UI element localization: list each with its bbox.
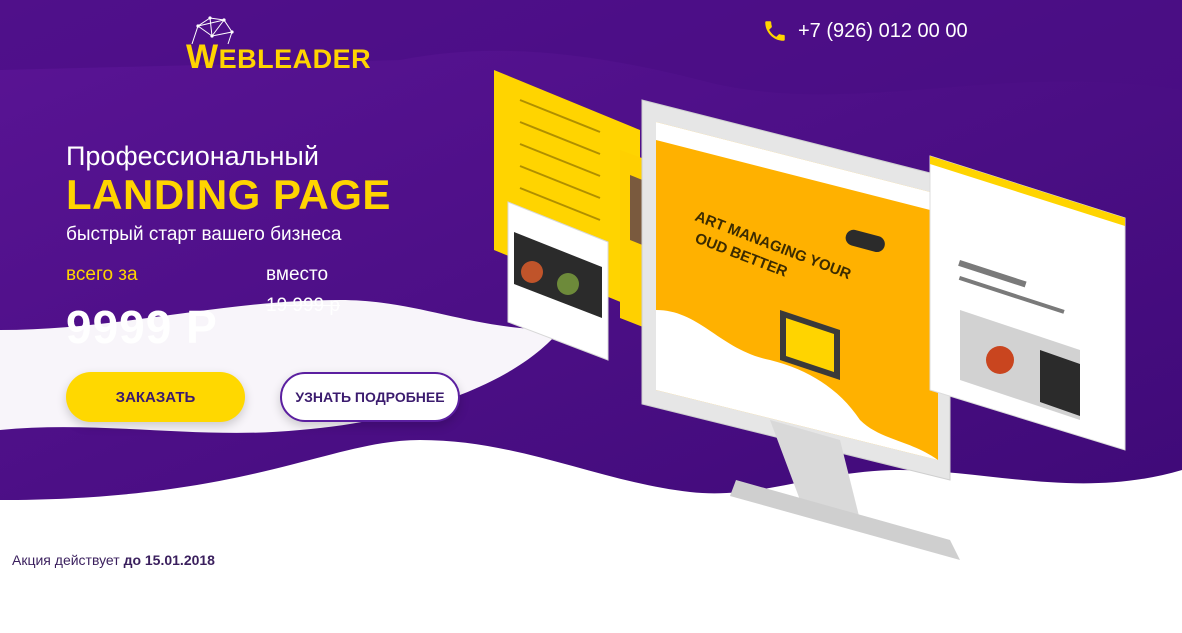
hero-pre-title: Профессиональный <box>66 141 319 171</box>
price-label: всего за <box>66 264 138 285</box>
price: 9999 Р <box>66 301 218 353</box>
phone-icon <box>765 21 785 41</box>
logo[interactable]: WEBLEADER <box>186 16 386 76</box>
old-price-label: вместо <box>266 264 329 285</box>
phone-number: +7 (926) 012 00 00 <box>798 19 968 42</box>
old-price: 19 999 р <box>266 295 340 316</box>
header-phone[interactable]: +7 (926) 012 00 00 <box>762 18 968 44</box>
landing-mockup-illustration: ART MANAGING YOUR OUD BETTER <box>494 70 1126 560</box>
promo-note: Акция действует до 15.01.2018 <box>12 552 215 568</box>
hero-title: LANDING PAGE <box>66 171 391 218</box>
promo-date: до 15.01.2018 <box>123 552 215 568</box>
hero-subtitle: быстрый старт вашего бизнеса <box>66 224 342 245</box>
learn-more-button[interactable]: УЗНАТЬ ПОДРОБНЕЕ <box>280 372 460 422</box>
promo-text: Акция действует <box>12 552 124 568</box>
order-button[interactable]: ЗАКАЗАТЬ <box>66 372 245 422</box>
hero-text: Профессиональный LANDING PAGE быстрый ст… <box>66 140 446 248</box>
logo-text: WEBLEADER <box>186 38 372 76</box>
